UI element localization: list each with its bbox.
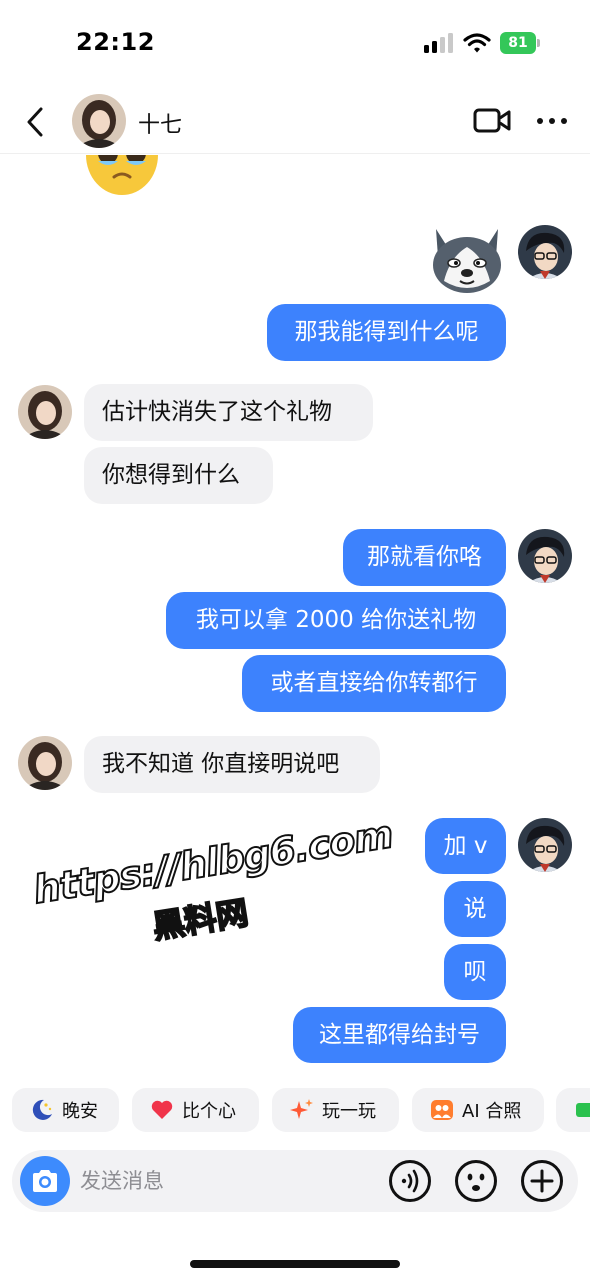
video-camera-icon [473, 108, 511, 133]
plus-icon [521, 1160, 563, 1202]
contact-avatar[interactable] [18, 736, 72, 790]
quick-reply-heart[interactable]: 比个心 [132, 1088, 259, 1132]
photo-people-icon [430, 1098, 454, 1122]
message-input[interactable] [80, 1164, 380, 1198]
wifi-icon [463, 33, 491, 53]
voice-button[interactable] [388, 1159, 432, 1203]
message-bubble[interactable]: 我不知道 你直接明说吧 [84, 736, 380, 793]
quick-reply-label: AI 合照 [462, 1101, 522, 1122]
sparkle-icon [290, 1098, 314, 1122]
message-composer [12, 1150, 578, 1212]
message-bubble[interactable]: 那我能得到什么呢 [267, 304, 506, 361]
chat-thread[interactable]: 那我能得到什么呢 估计快消失了这个礼物 你想得到什么 那就看你咯 我可以拿 20… [0, 155, 590, 1080]
battery-indicator: 81 [500, 32, 540, 54]
my-avatar[interactable] [518, 529, 572, 583]
video-call-button[interactable] [472, 106, 512, 136]
camera-button[interactable] [20, 1156, 70, 1206]
crying-face-emoji [86, 155, 158, 195]
emoji-icon [455, 1160, 497, 1202]
my-avatar[interactable] [518, 225, 572, 279]
more-dots-icon [537, 118, 567, 124]
contact-name[interactable]: 十七 [138, 107, 182, 139]
more-options-button[interactable] [534, 106, 570, 136]
emoji-button[interactable] [454, 1159, 498, 1203]
voice-icon [389, 1160, 431, 1202]
quick-reply-ai-photo[interactable]: AI 合照 [412, 1088, 544, 1132]
quick-reply-label: 玩一玩 [322, 1101, 376, 1122]
back-button[interactable] [18, 102, 52, 142]
quick-reply-play[interactable]: 玩一玩 [272, 1088, 399, 1132]
quick-reply-label: 晚安 [62, 1101, 98, 1122]
plus-button[interactable] [520, 1159, 564, 1203]
message-bubble[interactable]: 或者直接给你转都行 [242, 655, 506, 712]
message-bubble[interactable]: 你想得到什么 [84, 447, 273, 504]
home-indicator[interactable] [190, 1260, 400, 1268]
message-bubble[interactable]: 估计快消失了这个礼物 [84, 384, 373, 441]
green-badge-icon [574, 1098, 590, 1122]
battery-level: 81 [500, 32, 536, 54]
quick-reply-goodnight[interactable]: 晚安 [12, 1088, 119, 1132]
camera-icon [33, 1170, 57, 1192]
message-bubble[interactable]: 加 v [425, 818, 506, 874]
contact-avatar[interactable] [72, 94, 126, 148]
message-bubble[interactable]: 呗 [444, 944, 506, 1000]
quick-reply-label: 比个心 [182, 1101, 236, 1122]
message-bubble[interactable]: 这里都得给封号 [293, 1007, 506, 1063]
husky-dog-sticker [433, 229, 501, 293]
status-time: 22:12 [76, 28, 155, 56]
message-bubble[interactable]: 说 [444, 881, 506, 937]
contact-avatar[interactable] [18, 385, 72, 439]
status-bar: 22:12 81 [0, 0, 590, 80]
heart-icon [150, 1098, 174, 1122]
my-avatar[interactable] [518, 818, 572, 872]
message-bubble[interactable]: 我可以拿 2000 给你送礼物 [166, 592, 506, 649]
moon-icon [30, 1098, 54, 1122]
quick-reply-more[interactable] [556, 1088, 590, 1132]
quick-reply-bar: 晚安 比个心 玩一玩 AI 合照 [0, 1088, 590, 1134]
message-bubble[interactable]: 那就看你咯 [343, 529, 506, 586]
chat-header: 十七 [0, 88, 590, 154]
chevron-left-icon [27, 107, 43, 137]
cellular-signal-icon [424, 33, 454, 53]
